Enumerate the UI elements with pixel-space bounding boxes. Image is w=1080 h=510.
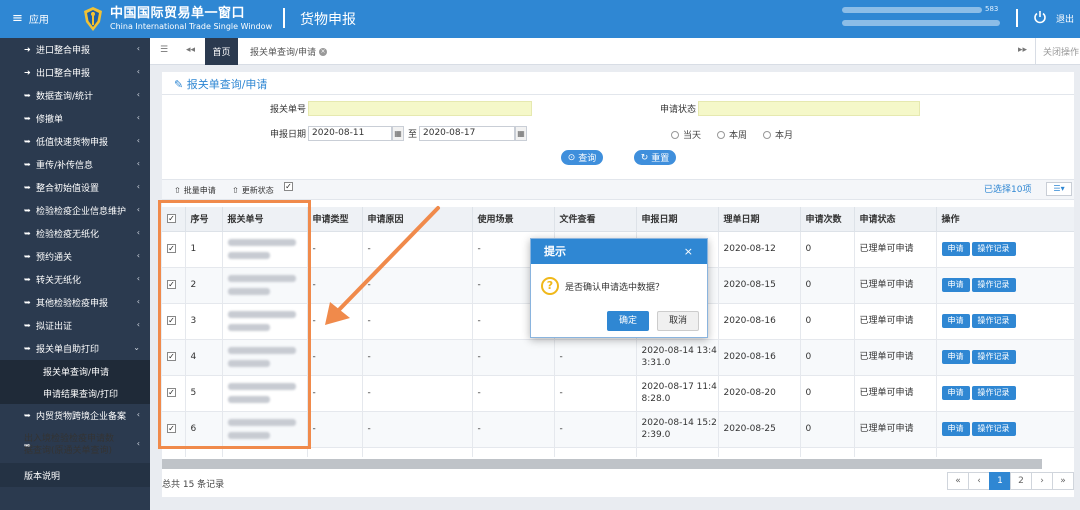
cancel-button[interactable]: 取消: [657, 311, 699, 331]
confirm-dialog: 提示 × ? 是否确认申请选中数据？ 确定 取消: [530, 238, 708, 338]
dialog-title: 提示: [544, 245, 566, 258]
close-icon[interactable]: ×: [684, 239, 693, 264]
dialog-message: 是否确认申请选中数据？: [565, 282, 665, 293]
dialog-header: 提示 ×: [531, 239, 707, 264]
question-icon: ?: [541, 277, 559, 295]
confirm-button[interactable]: 确定: [607, 311, 649, 331]
dialog-body: ? 是否确认申请选中数据？: [541, 277, 664, 295]
